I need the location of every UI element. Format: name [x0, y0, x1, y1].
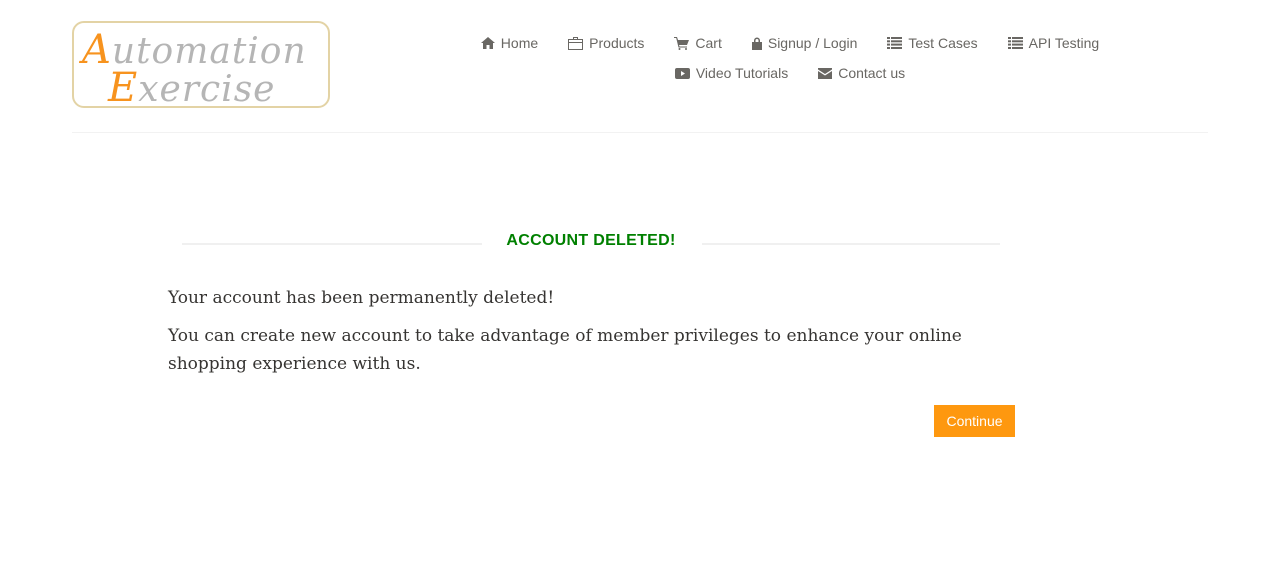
nav-video-tutorials[interactable]: Video Tutorials: [674, 65, 788, 81]
nav-products[interactable]: Products: [568, 35, 644, 51]
nav-home[interactable]: Home: [480, 35, 538, 51]
nav-signup-login[interactable]: Signup / Login: [751, 35, 857, 51]
nav-test-cases[interactable]: Test Cases: [887, 35, 978, 51]
title-line-left: [182, 243, 482, 245]
title-line-right: [702, 243, 1000, 245]
title-section: ACCOUNT DELETED!: [182, 228, 1002, 258]
cart-icon: [674, 36, 690, 50]
nav-row-2: Video Tutorials Contact us: [430, 58, 1150, 88]
list-icon: [887, 37, 903, 49]
envelope-icon: [818, 67, 833, 79]
header-divider: [72, 132, 1208, 133]
logo-line-2: Exercise: [108, 65, 276, 108]
list-icon: [1007, 37, 1023, 49]
lock-icon: [751, 37, 762, 50]
deleted-message: Your account has been permanently delete…: [168, 288, 555, 308]
create-account-message: You can create new account to take advan…: [168, 326, 962, 374]
nav-cart[interactable]: Cart: [674, 35, 722, 51]
home-icon: [480, 37, 495, 49]
main-nav: Home Products Cart Signup / Login Test C…: [430, 28, 1150, 88]
nav-row-1: Home Products Cart Signup / Login Test C…: [430, 28, 1150, 58]
nav-contact-us[interactable]: Contact us: [818, 65, 905, 81]
continue-button[interactable]: Continue: [934, 405, 1015, 437]
nav-api-testing[interactable]: API Testing: [1007, 35, 1099, 51]
site-logo[interactable]: Automation Exercise: [72, 21, 330, 108]
video-icon: [674, 67, 690, 79]
account-deleted-title: ACCOUNT DELETED!: [506, 232, 676, 249]
products-icon: [568, 36, 584, 50]
header: Automation Exercise Home Products Cart S…: [0, 0, 1280, 133]
